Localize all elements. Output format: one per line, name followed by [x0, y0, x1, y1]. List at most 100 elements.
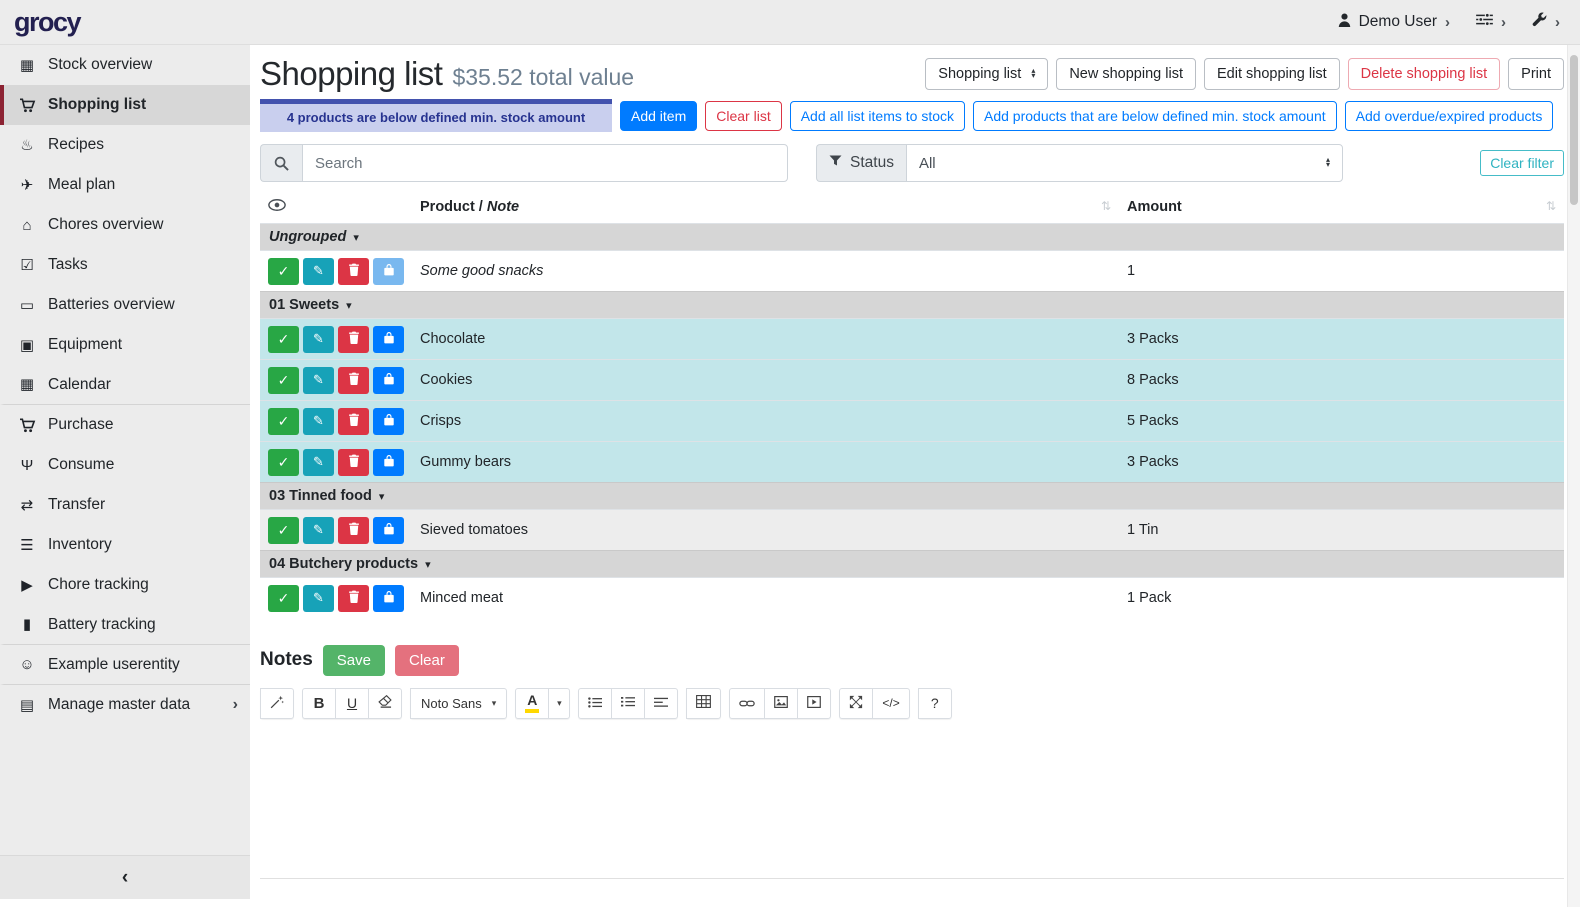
clear-notes-button[interactable]: Clear — [395, 645, 459, 676]
sidebar-item-tasks[interactable]: ☑Tasks — [0, 245, 250, 285]
pencil-icon: ✎ — [313, 372, 324, 388]
edit-item-button[interactable]: ✎ — [303, 449, 334, 476]
sidebar-item-shopping-list[interactable]: Shopping list — [0, 85, 250, 125]
table-button[interactable] — [686, 688, 721, 719]
mark-done-button[interactable]: ✓ — [268, 517, 299, 544]
delete-item-button[interactable] — [338, 258, 369, 285]
app-logo[interactable]: grocy — [0, 7, 250, 38]
edit-item-button[interactable]: ✎ — [303, 408, 334, 435]
highlight-color-button[interactable]: A — [515, 688, 549, 719]
sidebar-item-example-userentity[interactable]: ☺Example userentity — [0, 645, 250, 685]
add-to-stock-button[interactable] — [373, 408, 404, 435]
sort-icon[interactable]: ⇅ — [1101, 199, 1111, 213]
sidebar-item-recipes[interactable]: ♨Recipes — [0, 125, 250, 165]
delete-item-button[interactable] — [338, 326, 369, 353]
add-to-stock-button[interactable] — [373, 517, 404, 544]
calendar-icon: ▦ — [16, 377, 38, 392]
delete-shopping-list-button[interactable]: Delete shopping list — [1348, 58, 1501, 90]
sidebar-item-transfer[interactable]: ⇄Transfer — [0, 485, 250, 525]
mark-done-button[interactable]: ✓ — [268, 258, 299, 285]
unordered-list-button[interactable] — [578, 688, 612, 719]
home-icon: ⌂ — [16, 218, 38, 233]
sidebar-item-battery-tracking[interactable]: ▮Battery tracking — [0, 605, 250, 645]
add-item-button[interactable]: Add item — [620, 101, 697, 131]
sidebar-item-manage-master-data[interactable]: ▤Manage master data› — [0, 685, 250, 725]
add-to-stock-button[interactable] — [373, 449, 404, 476]
fullscreen-button[interactable] — [839, 688, 873, 719]
visibility-column-header[interactable] — [260, 194, 412, 224]
sort-icon[interactable]: ⇅ — [1546, 199, 1556, 213]
sidebar-item-stock-overview[interactable]: ▦Stock overview — [0, 45, 250, 85]
sidebar-item-purchase[interactable]: Purchase — [0, 405, 250, 445]
amount-column-header[interactable]: Amount ⇅ — [1119, 194, 1564, 224]
mark-done-button[interactable]: ✓ — [268, 326, 299, 353]
sidebar-item-chores-overview[interactable]: ⌂Chores overview — [0, 205, 250, 245]
delete-item-button[interactable] — [338, 585, 369, 612]
add-to-stock-button[interactable] — [373, 326, 404, 353]
group-header-row[interactable]: 03 Tinned food▾ — [260, 483, 1564, 510]
edit-item-button[interactable]: ✎ — [303, 585, 334, 612]
delete-item-button[interactable] — [338, 517, 369, 544]
sidebar-item-batteries-overview[interactable]: ▭Batteries overview — [0, 285, 250, 325]
highlight-color-caret[interactable]: ▾ — [548, 688, 570, 719]
min-stock-progress[interactable]: 4 products are below defined min. stock … — [260, 99, 612, 132]
sidebar-item-calendar[interactable]: ▦Calendar — [0, 365, 250, 405]
codeview-button[interactable]: </> — [872, 688, 909, 719]
mark-done-button[interactable]: ✓ — [268, 449, 299, 476]
help-button[interactable]: ? — [918, 688, 952, 719]
add-all-to-stock-button[interactable]: Add all list items to stock — [790, 101, 965, 131]
sidebar-collapse-button[interactable]: ‹ — [0, 855, 250, 899]
mark-done-button[interactable]: ✓ — [268, 408, 299, 435]
edit-item-button[interactable]: ✎ — [303, 258, 334, 285]
group-header-row[interactable]: Ungrouped▾ — [260, 224, 1564, 251]
sidebar-item-label: Battery tracking — [48, 616, 156, 634]
add-overdue-button[interactable]: Add overdue/expired products — [1345, 101, 1554, 131]
clear-filter-button[interactable]: Clear filter — [1480, 150, 1564, 176]
product-note-column-header[interactable]: Product / Note ⇅ — [412, 194, 1119, 224]
underline-button[interactable]: U — [335, 688, 369, 719]
sidebar-item-chore-tracking[interactable]: ▶Chore tracking — [0, 565, 250, 605]
clear-list-button[interactable]: Clear list — [705, 101, 781, 131]
page-scrollbar[interactable] — [1567, 45, 1580, 907]
sidebar-item-consume[interactable]: ΨConsume — [0, 445, 250, 485]
mark-done-button[interactable]: ✓ — [268, 367, 299, 394]
edit-item-button[interactable]: ✎ — [303, 517, 334, 544]
delete-item-button[interactable] — [338, 367, 369, 394]
link-button[interactable] — [729, 688, 765, 719]
save-notes-button[interactable]: Save — [323, 645, 385, 676]
add-to-stock-button[interactable] — [373, 367, 404, 394]
picture-button[interactable] — [764, 688, 798, 719]
edit-shopping-list-button[interactable]: Edit shopping list — [1204, 58, 1340, 90]
add-to-stock-button[interactable] — [373, 585, 404, 612]
notes-editor-area[interactable] — [260, 721, 1564, 879]
clear-formatting-button[interactable] — [368, 688, 402, 719]
add-to-stock-button[interactable] — [373, 258, 404, 285]
edit-item-button[interactable]: ✎ — [303, 326, 334, 353]
new-shopping-list-button[interactable]: New shopping list — [1056, 58, 1196, 90]
product-name: Crisps — [412, 401, 1119, 442]
shopping-list-select[interactable]: Shopping list ▴▾ — [925, 58, 1048, 90]
font-select[interactable]: Noto Sans ▾ — [410, 688, 507, 719]
scrollbar-thumb[interactable] — [1570, 55, 1578, 205]
sidebar-item-equipment[interactable]: ▣Equipment — [0, 325, 250, 365]
paragraph-button[interactable] — [644, 688, 678, 719]
delete-item-button[interactable] — [338, 449, 369, 476]
edit-item-button[interactable]: ✎ — [303, 367, 334, 394]
mark-done-button[interactable]: ✓ — [268, 585, 299, 612]
admin-menu[interactable]: › — [1532, 12, 1560, 32]
user-menu[interactable]: Demo User › — [1338, 13, 1450, 32]
print-button[interactable]: Print — [1508, 58, 1564, 90]
group-header-row[interactable]: 04 Butchery products▾ — [260, 551, 1564, 578]
delete-item-button[interactable] — [338, 408, 369, 435]
ordered-list-button[interactable] — [611, 688, 645, 719]
search-input[interactable] — [302, 144, 788, 182]
settings-menu[interactable]: › — [1476, 13, 1506, 31]
add-below-min-button[interactable]: Add products that are below defined min.… — [973, 101, 1337, 131]
bold-button[interactable]: B — [302, 688, 336, 719]
sidebar-item-inventory[interactable]: ☰Inventory — [0, 525, 250, 565]
sidebar-item-meal-plan[interactable]: ✈Meal plan — [0, 165, 250, 205]
video-button[interactable] — [797, 688, 831, 719]
status-select[interactable]: All ▴▾ — [906, 144, 1343, 182]
group-header-row[interactable]: 01 Sweets▾ — [260, 292, 1564, 319]
style-button[interactable] — [260, 688, 294, 719]
